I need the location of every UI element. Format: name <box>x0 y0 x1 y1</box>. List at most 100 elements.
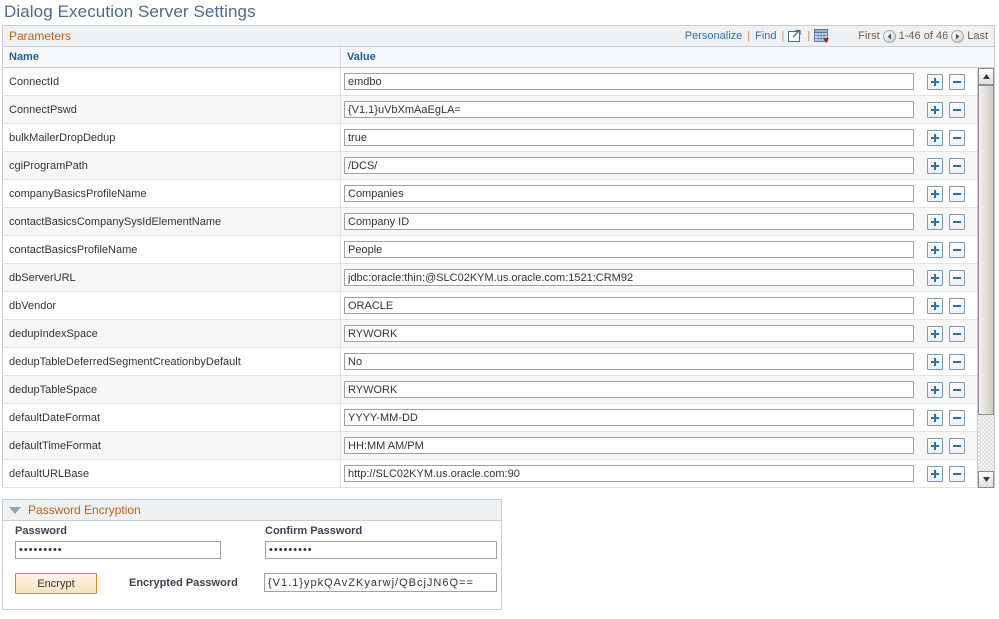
parameter-value-input[interactable] <box>344 353 914 370</box>
remove-row-button[interactable] <box>949 129 965 146</box>
parameter-value-input[interactable] <box>344 437 914 454</box>
add-row-button[interactable] <box>927 353 943 370</box>
table-row: defaultDateFormat <box>3 404 977 432</box>
scroll-down-button[interactable] <box>978 471 994 488</box>
parameter-value-cell <box>341 152 923 179</box>
password-encryption-header[interactable]: Password Encryption <box>3 500 501 521</box>
remove-row-button[interactable] <box>949 353 965 370</box>
table-row: companyBasicsProfileName <box>3 180 977 208</box>
add-row-button[interactable] <box>927 157 943 174</box>
parameter-value-input[interactable] <box>344 269 914 286</box>
grid-navigation: First 1-46 of 46 Last <box>858 29 990 43</box>
nav-last-link[interactable]: Last <box>967 30 988 42</box>
column-header-name[interactable]: Name <box>3 47 341 67</box>
parameter-value-cell <box>341 404 923 431</box>
parameter-value-input[interactable] <box>344 465 914 482</box>
add-row-button[interactable] <box>927 269 943 286</box>
parameter-value-cell <box>341 96 923 123</box>
add-row-button[interactable] <box>927 185 943 202</box>
grid-column-headers: Name Value <box>3 47 994 68</box>
add-row-button[interactable] <box>927 409 943 426</box>
parameter-name-cell: dbServerURL <box>3 264 341 291</box>
remove-row-button[interactable] <box>949 437 965 454</box>
collapse-triangle-icon[interactable] <box>9 506 21 514</box>
row-actions <box>923 152 977 179</box>
remove-row-button[interactable] <box>949 157 965 174</box>
row-actions <box>923 124 977 151</box>
grid-caption-bar: Parameters Personalize | Find | | First … <box>3 26 994 47</box>
encrypted-password-label: Encrypted Password <box>129 577 238 589</box>
table-row: cgiProgramPath <box>3 152 977 180</box>
row-actions <box>923 320 977 347</box>
parameter-value-input[interactable] <box>344 297 914 314</box>
parameter-value-cell <box>341 432 923 459</box>
add-row-button[interactable] <box>927 325 943 342</box>
parameter-name-cell: contactBasicsProfileName <box>3 236 341 263</box>
table-row: contactBasicsProfileName <box>3 236 977 264</box>
remove-row-button[interactable] <box>949 381 965 398</box>
parameter-name-cell: contactBasicsCompanySysIdElementName <box>3 208 341 235</box>
grid-rows: ConnectIdConnectPswdbulkMailerDropDedupc… <box>3 68 977 488</box>
scrollbar-track[interactable] <box>978 85 994 471</box>
table-row: ConnectId <box>3 68 977 96</box>
add-row-button[interactable] <box>927 381 943 398</box>
column-header-value[interactable]: Value <box>341 47 994 67</box>
encrypted-password-input[interactable] <box>264 573 497 592</box>
new-window-icon[interactable] <box>786 29 805 43</box>
password-label: Password <box>15 525 67 537</box>
password-input[interactable] <box>15 541 221 559</box>
parameter-value-input[interactable] <box>344 185 914 202</box>
add-row-button[interactable] <box>927 241 943 258</box>
row-actions <box>923 236 977 263</box>
add-row-button[interactable] <box>927 73 943 90</box>
parameter-value-cell <box>341 180 923 207</box>
right-arrow-icon[interactable] <box>951 29 965 43</box>
parameter-name-cell: dedupTableDeferredSegmentCreationbyDefau… <box>3 348 341 375</box>
personalize-link[interactable]: Personalize <box>682 30 745 42</box>
parameter-value-input[interactable] <box>344 101 914 118</box>
remove-row-button[interactable] <box>949 269 965 286</box>
nav-first-link[interactable]: First <box>858 30 879 42</box>
remove-row-button[interactable] <box>949 213 965 230</box>
parameter-value-input[interactable] <box>344 241 914 258</box>
parameter-value-input[interactable] <box>344 325 914 342</box>
row-actions <box>923 208 977 235</box>
remove-row-button[interactable] <box>949 325 965 342</box>
add-row-button[interactable] <box>927 465 943 482</box>
add-row-button[interactable] <box>927 297 943 314</box>
parameter-value-input[interactable] <box>344 157 914 174</box>
password-encryption-title: Password Encryption <box>28 503 141 517</box>
parameter-value-input[interactable] <box>344 409 914 426</box>
add-row-button[interactable] <box>927 101 943 118</box>
left-arrow-icon[interactable] <box>882 29 896 43</box>
grid-vertical-scrollbar[interactable] <box>977 68 994 488</box>
parameter-value-input[interactable] <box>344 381 914 398</box>
scroll-up-button[interactable] <box>978 68 994 85</box>
find-link[interactable]: Find <box>752 30 779 42</box>
scrollbar-thumb[interactable] <box>978 85 994 415</box>
remove-row-button[interactable] <box>949 465 965 482</box>
table-row: ConnectPswd <box>3 96 977 124</box>
remove-row-button[interactable] <box>949 241 965 258</box>
remove-row-button[interactable] <box>949 297 965 314</box>
confirm-password-input[interactable] <box>265 541 497 559</box>
table-row: defaultURLBase <box>3 460 977 488</box>
parameter-value-input[interactable] <box>344 129 914 146</box>
remove-row-button[interactable] <box>949 185 965 202</box>
add-row-button[interactable] <box>927 437 943 454</box>
add-row-button[interactable] <box>927 213 943 230</box>
parameter-value-input[interactable] <box>344 213 914 230</box>
remove-row-button[interactable] <box>949 73 965 90</box>
row-actions <box>923 432 977 459</box>
nav-range-label: 1-46 of 46 <box>898 30 949 42</box>
remove-row-button[interactable] <box>949 409 965 426</box>
row-actions <box>923 180 977 207</box>
encrypt-button[interactable]: Encrypt <box>15 573 97 594</box>
parameter-value-input[interactable] <box>344 73 914 90</box>
add-row-button[interactable] <box>927 129 943 146</box>
grid-caption: Parameters <box>9 29 72 43</box>
remove-row-button[interactable] <box>949 101 965 118</box>
parameter-value-cell <box>341 348 923 375</box>
toolbar-separator-1: | <box>747 30 751 42</box>
download-to-excel-icon[interactable] <box>812 28 832 44</box>
